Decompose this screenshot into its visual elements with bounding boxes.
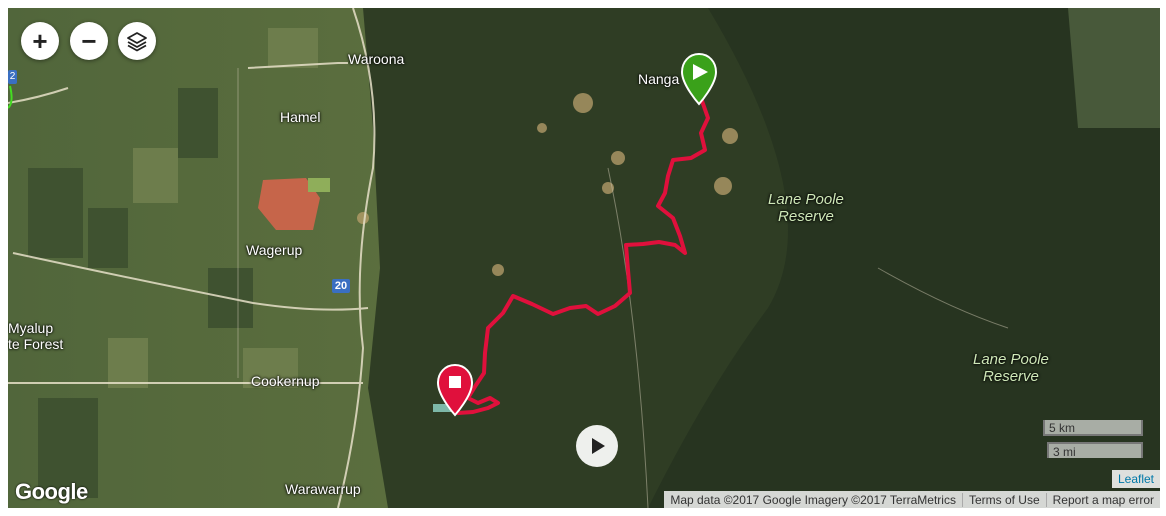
place-hamel: Hamel (280, 109, 321, 125)
place-cookernup: Cookernup (251, 373, 320, 389)
reserve-lane-poole-2: Lane Poole Reserve (973, 351, 1049, 385)
place-myalup: Myalup (8, 320, 54, 336)
place-state-forest: te Forest (8, 336, 64, 352)
scale-km: 5 km (1043, 420, 1143, 436)
map-data-attribution: Map data ©2017 Google Imagery ©2017 Terr… (670, 492, 956, 507)
place-warawarrup: Warawarrup (285, 481, 361, 497)
start-marker-icon (680, 52, 718, 106)
terms-of-use-link[interactable]: Terms of Use (961, 492, 1046, 507)
google-logo: Google (15, 479, 88, 504)
map-viewport[interactable]: Waroona Hamel Wagerup Cookernup Warawarr… (8, 8, 1160, 508)
place-waroona: Waroona (348, 51, 405, 67)
highway-shield-label: 20 (334, 280, 348, 292)
report-map-error-link[interactable]: Report a map error (1045, 492, 1160, 507)
reserve-lane-poole-1: Lane Poole Reserve (768, 191, 844, 225)
leaflet-link[interactable]: Leaflet (1111, 470, 1160, 488)
place-nanga: Nanga (638, 71, 680, 87)
start-marker[interactable] (680, 52, 718, 106)
play-button[interactable] (576, 425, 618, 467)
zoom-in-button[interactable]: + (21, 22, 59, 60)
layers-icon (127, 32, 147, 52)
attribution-bar: Map data ©2017 Google Imagery ©2017 Terr… (664, 491, 1160, 508)
end-marker-icon (436, 363, 474, 417)
end-marker[interactable] (436, 363, 474, 417)
play-icon (592, 438, 605, 454)
scale-mi: 3 mi (1047, 442, 1143, 459)
highway-shield-label-left: 2 (9, 71, 16, 82)
place-wagerup: Wagerup (246, 242, 303, 258)
zoom-out-button[interactable]: − (70, 22, 108, 60)
layers-button[interactable] (118, 22, 156, 60)
